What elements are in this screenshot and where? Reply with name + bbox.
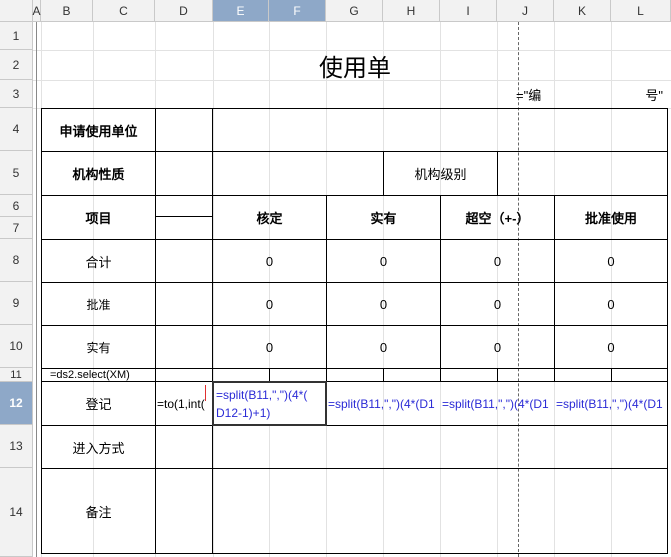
- col-header-j[interactable]: J: [497, 0, 554, 22]
- formula-e12-line1: =split(B11,",")(4*(: [216, 387, 308, 402]
- select-all-corner[interactable]: [0, 0, 33, 22]
- serial-label-right[interactable]: 号": [611, 83, 663, 105]
- text-cursor: [205, 385, 206, 401]
- label-total[interactable]: 合计: [42, 240, 155, 282]
- total-approve-use[interactable]: 0: [555, 240, 667, 282]
- approve-over-empty[interactable]: 0: [441, 283, 554, 325]
- row-header-7[interactable]: 7: [0, 217, 33, 239]
- border: [269, 368, 270, 382]
- formula-g12[interactable]: =split(B11,",")(4*(D1: [327, 382, 440, 425]
- row-header-3[interactable]: 3: [0, 80, 33, 108]
- header-actual[interactable]: 实有: [327, 196, 440, 239]
- col-header-g[interactable]: G: [326, 0, 383, 22]
- col-header-l[interactable]: L: [611, 0, 671, 22]
- header-approve-use[interactable]: 批准使用: [555, 196, 667, 239]
- row-header-6[interactable]: 6: [0, 195, 33, 217]
- real-actual[interactable]: 0: [327, 326, 440, 368]
- label-org-nature[interactable]: 机构性质: [42, 152, 155, 195]
- border: [497, 368, 498, 382]
- border: [41, 553, 668, 554]
- serial-label-left[interactable]: ="编: [516, 83, 576, 105]
- label-entry-method[interactable]: 进入方式: [42, 426, 155, 468]
- label-apply-unit[interactable]: 申请使用单位: [42, 109, 155, 151]
- real-approved-limit[interactable]: 0: [213, 326, 326, 368]
- total-over-empty[interactable]: 0: [441, 240, 554, 282]
- formula-d12[interactable]: =to(1,int(: [156, 382, 212, 425]
- total-actual[interactable]: 0: [327, 240, 440, 282]
- col-header-k[interactable]: K: [554, 0, 611, 22]
- row-header-1[interactable]: 1: [0, 22, 33, 50]
- col-header-a[interactable]: A: [33, 0, 41, 22]
- row-header-11[interactable]: 11: [0, 368, 33, 382]
- approve-actual[interactable]: 0: [327, 283, 440, 325]
- row-header-8[interactable]: 8: [0, 239, 33, 282]
- selected-cell-e12[interactable]: =split(B11,",")(4*( D12-1)+1): [212, 381, 327, 426]
- formula-b11[interactable]: =ds2.select(XM): [50, 368, 200, 381]
- row-header-10[interactable]: 10: [0, 325, 33, 368]
- formula-k12[interactable]: =split(B11,",")(4*(D1: [555, 382, 667, 425]
- formula-i12[interactable]: =split(B11,",")(4*(D1: [441, 382, 554, 425]
- col-header-c[interactable]: C: [93, 0, 155, 22]
- col-header-d[interactable]: D: [155, 0, 213, 22]
- col-header-e[interactable]: E: [213, 0, 269, 22]
- label-approve[interactable]: 批准: [42, 283, 155, 325]
- border: [155, 216, 213, 217]
- border: [383, 368, 384, 382]
- total-approved-limit[interactable]: 0: [213, 240, 326, 282]
- row-header-14[interactable]: 14: [0, 468, 33, 557]
- approve-approve-use[interactable]: 0: [555, 283, 667, 325]
- approve-approved-limit[interactable]: 0: [213, 283, 326, 325]
- label-real[interactable]: 实有: [42, 326, 155, 368]
- label-remark[interactable]: 备注: [42, 469, 155, 553]
- label-register[interactable]: 登记: [42, 382, 155, 425]
- col-header-f[interactable]: F: [269, 0, 326, 22]
- row-header-9[interactable]: 9: [0, 282, 33, 325]
- col-header-i[interactable]: I: [440, 0, 497, 22]
- real-over-empty[interactable]: 0: [441, 326, 554, 368]
- header-approved-limit[interactable]: 核定: [213, 196, 326, 239]
- border: [497, 151, 498, 195]
- col-header-h[interactable]: H: [383, 0, 440, 22]
- label-org-level[interactable]: 机构级别: [384, 152, 497, 195]
- row-header-2[interactable]: 2: [0, 50, 33, 80]
- gridline: [33, 80, 671, 81]
- row-header-4[interactable]: 4: [0, 108, 33, 151]
- row-header-12[interactable]: 12: [0, 382, 33, 425]
- header-over-empty[interactable]: 超空（+-）: [441, 196, 554, 239]
- row-header-5[interactable]: 5: [0, 151, 33, 195]
- column-a-divider: [36, 22, 37, 557]
- spreadsheet[interactable]: A B C D E F G H I J K L 1 2 3 4 5 6 7 8 …: [0, 0, 671, 557]
- row-header-13[interactable]: 13: [0, 425, 33, 468]
- border: [667, 108, 668, 554]
- col-header-b[interactable]: B: [41, 0, 93, 22]
- border: [611, 368, 612, 382]
- formula-e12-line2: D12-1)+1): [216, 405, 271, 420]
- border: [155, 108, 156, 554]
- real-approve-use[interactable]: 0: [555, 326, 667, 368]
- sheet-title[interactable]: 使用单: [213, 50, 497, 81]
- label-item[interactable]: 项目: [42, 196, 155, 239]
